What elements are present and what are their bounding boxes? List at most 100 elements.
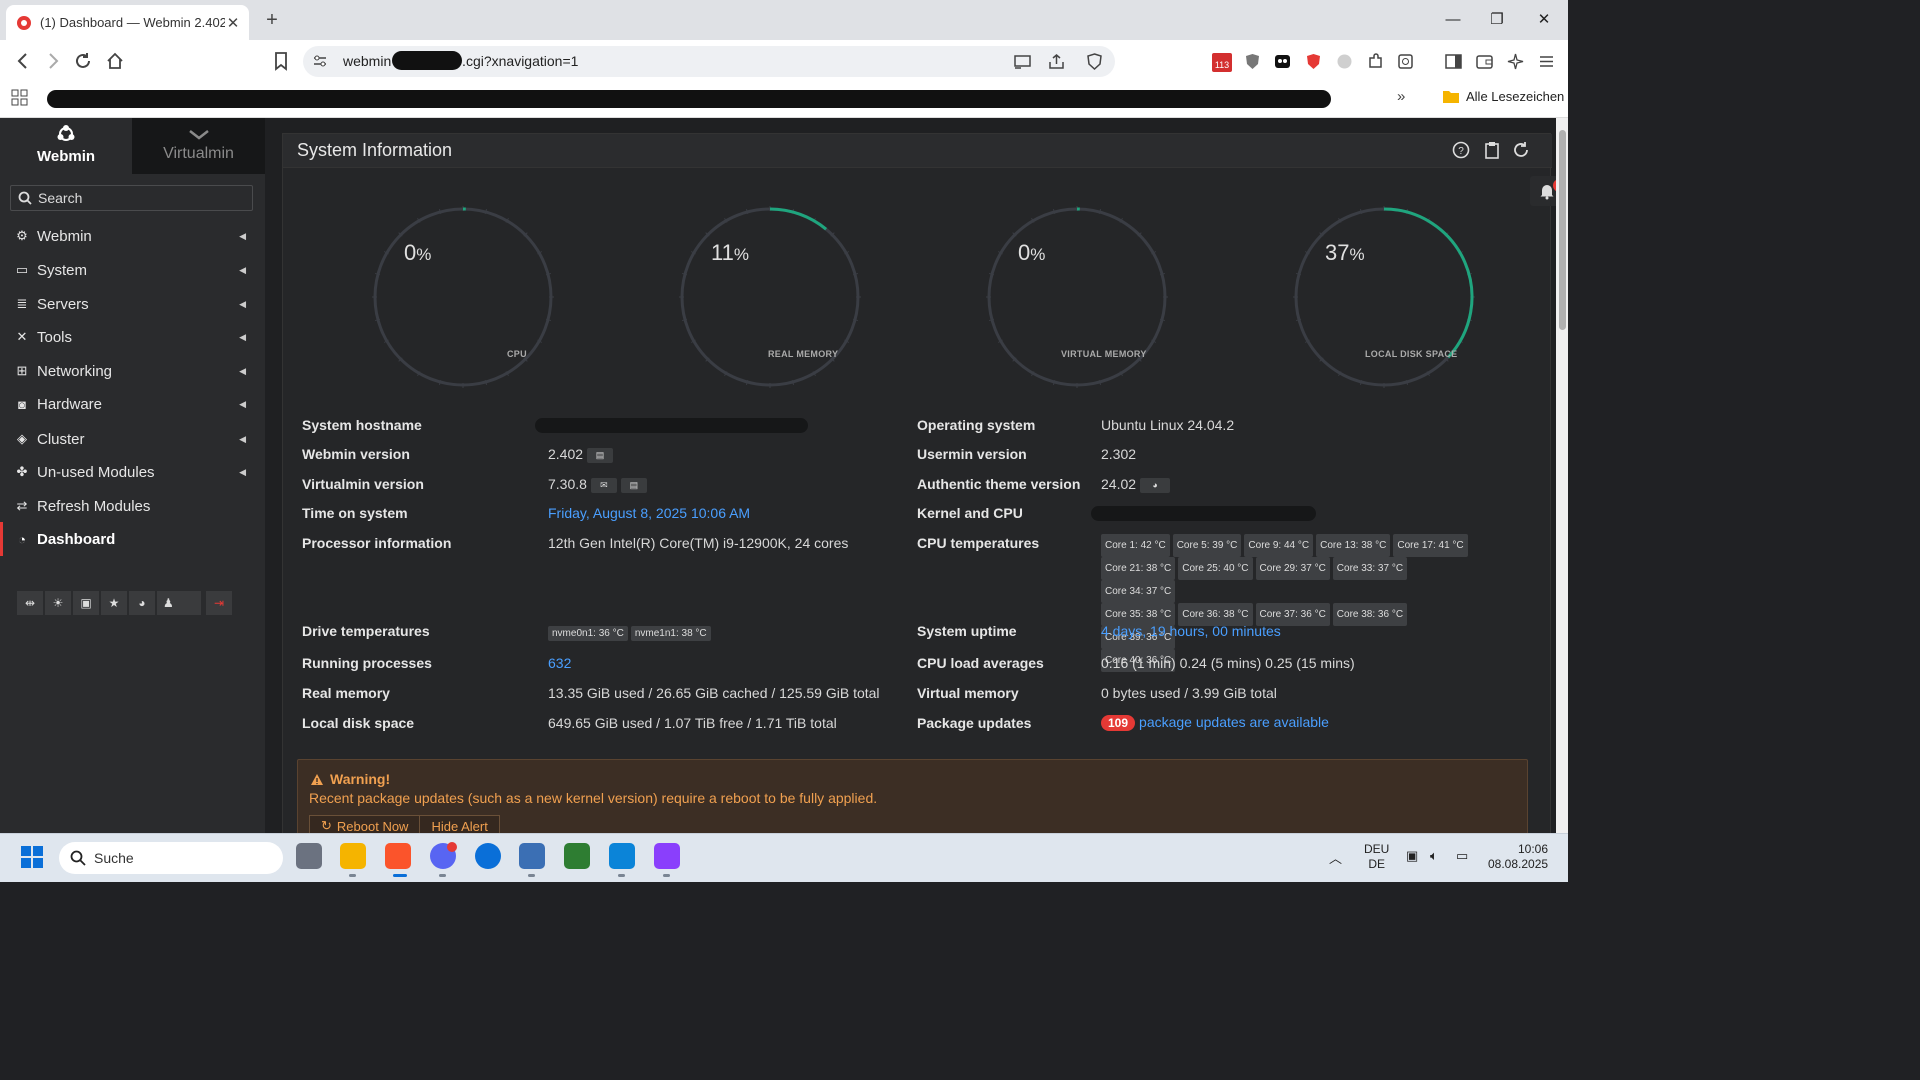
network-icon[interactable]: ▣ — [1406, 848, 1424, 866]
file-explorer-icon[interactable] — [340, 843, 366, 869]
reload-icon[interactable] — [72, 50, 94, 72]
webmin-brand-tab[interactable]: Webmin — [0, 118, 132, 174]
sidebar-item-cluster[interactable]: ◈ Cluster ◀ — [0, 422, 265, 456]
volume-icon[interactable]: 🔈︎ — [1430, 848, 1448, 866]
brave-browser-icon[interactable] — [385, 843, 411, 869]
sidebar-item-refresh-modules[interactable]: ⇄ Refresh Modules — [0, 489, 265, 523]
share-icon[interactable] — [1047, 52, 1066, 71]
cast-icon[interactable] — [1013, 52, 1032, 71]
task-view-icon[interactable] — [296, 843, 322, 869]
back-icon[interactable] — [12, 50, 34, 72]
alert-title-text: Warning! — [330, 771, 391, 787]
sidebar-item-tools[interactable]: ✕ Tools ◀ — [0, 320, 265, 354]
sidebar-item-label: Tools — [37, 328, 73, 346]
favorites-icon[interactable]: ★ — [101, 591, 127, 615]
sidebar-item-hardware[interactable]: ◙ Hardware ◀ — [0, 387, 265, 421]
site-settings-icon[interactable] — [311, 52, 329, 70]
forward-icon[interactable] — [42, 50, 64, 72]
sidebar-item-label: Hardware — [37, 395, 103, 413]
menu-icon[interactable] — [1537, 52, 1556, 71]
user-account-icon[interactable]: ♟ — [157, 591, 201, 615]
reboot-now-button[interactable]: ↻ Reboot Now — [309, 815, 421, 833]
help-icon[interactable]: ? — [1452, 141, 1470, 159]
hide-alert-button[interactable]: Hide Alert — [420, 815, 500, 833]
extensions-icon[interactable] — [1366, 52, 1385, 71]
redacted-kernel — [1091, 506, 1316, 521]
cpu-temp-badge: Core 17: 41 °C — [1393, 534, 1468, 557]
reader-mode-icon[interactable] — [1396, 52, 1415, 71]
shield-red-extension-icon[interactable] — [1304, 52, 1323, 71]
calendar-extension-icon[interactable]: 113 — [1211, 51, 1233, 73]
windows-start-icon[interactable] — [20, 845, 44, 869]
vpn-shield-icon[interactable] — [609, 843, 635, 869]
cloud-extension-icon[interactable] — [1335, 52, 1354, 71]
theme-mode-icon[interactable]: ☀ — [45, 591, 71, 615]
reboot-warning-alert: Warning! Recent package updates (such as… — [297, 759, 1528, 833]
minimize-icon[interactable]: — — [1443, 10, 1463, 30]
all-bookmarks-button[interactable]: Alle Lesezeichen — [1442, 89, 1564, 104]
warning-icon — [311, 773, 323, 785]
shield-extension-icon[interactable] — [1243, 52, 1262, 71]
system-time-link[interactable]: Friday, August 8, 2025 10:06 AM — [548, 505, 750, 521]
chat-icon[interactable]: ✉ — [590, 477, 617, 493]
brave-shields-icon[interactable] — [1085, 52, 1104, 71]
terminal-icon[interactable]: ▣ — [73, 591, 99, 615]
scrollbar-thumb[interactable] — [1559, 130, 1566, 330]
running-processes-link[interactable]: 632 — [548, 655, 571, 671]
taskbar-clock[interactable]: 10:06 08.08.2025 — [1488, 842, 1548, 872]
clipboard-icon[interactable] — [1483, 141, 1501, 159]
theme-palette-icon[interactable]: ◕ — [1140, 477, 1171, 493]
apps-grid-icon[interactable] — [10, 88, 29, 107]
packages-label: Package updates — [917, 715, 1032, 731]
logout-icon[interactable]: ⇥ — [206, 591, 232, 615]
more-bookmarks-icon[interactable]: » — [1397, 88, 1405, 105]
uptime-link[interactable]: 4 days, 19 hours, 00 minutes — [1101, 623, 1281, 639]
virtualmin-brand-tab[interactable]: Virtualmin — [132, 118, 265, 174]
home-icon[interactable] — [104, 50, 126, 72]
cpu-gauge — [372, 206, 554, 388]
changelog-icon[interactable]: ▤ — [587, 447, 614, 463]
refresh-icon: ⇄ — [16, 498, 28, 513]
layers-icon: ◈ — [17, 431, 27, 446]
sidebar-toggle-icon[interactable] — [1444, 52, 1463, 71]
bluetooth-icon[interactable] — [475, 843, 501, 869]
virtual-memory-gauge-label: VIRTUAL MEMORY — [1061, 349, 1147, 359]
sidebar-search-input[interactable]: Search — [10, 185, 253, 211]
mask-extension-icon[interactable] — [1273, 52, 1292, 71]
toggle-sidebar-icon[interactable]: ⇹ — [17, 591, 43, 615]
cpu-temp-badge: Core 9: 44 °C — [1244, 534, 1314, 557]
search-icon — [18, 191, 32, 205]
new-tab-button[interactable]: + — [262, 9, 282, 32]
real-memory-gauge — [679, 206, 861, 388]
taskbar-search-input[interactable]: Suche — [59, 842, 283, 874]
refresh-icon[interactable] — [1512, 141, 1530, 159]
quick-action-bar: ⇹ ☀ ▣ ★ ◕ ♟ ⇥ — [17, 591, 232, 615]
proton-vpn-icon[interactable] — [654, 843, 680, 869]
sidebar-item-networking[interactable]: ⊞ Networking ◀ — [0, 354, 265, 388]
sidebar-item-unused-modules[interactable]: ✤ Un-used Modules ◀ — [0, 455, 265, 489]
os-label: Operating system — [917, 417, 1036, 433]
panel-title: System Information — [297, 140, 453, 160]
tools-icon: ✕ — [16, 329, 28, 344]
package-updates-link[interactable]: 109 package updates are available — [1101, 714, 1329, 731]
sidebar-item-system[interactable]: ▭ System ◀ — [0, 253, 265, 287]
wallet-icon[interactable] — [1475, 52, 1494, 71]
network-transfer-icon[interactable] — [564, 843, 590, 869]
restore-icon[interactable]: ❐ — [1487, 10, 1507, 30]
chevron-up-icon[interactable]: ︿ — [1329, 848, 1347, 866]
close-window-icon[interactable]: ✕ — [1534, 10, 1554, 30]
virtual-memory-value: 0 bytes used / 3.99 GiB total — [1101, 685, 1277, 701]
sidebar-item-dashboard[interactable]: ◔ Dashboard — [0, 522, 265, 556]
input-language-indicator[interactable]: DEU DE — [1364, 842, 1389, 872]
leo-ai-icon[interactable] — [1506, 52, 1525, 71]
theme-settings-icon[interactable]: ◕ — [129, 591, 155, 615]
close-tab-icon[interactable]: ✕ — [225, 14, 241, 32]
changelog-icon[interactable]: ▤ — [620, 477, 647, 493]
sidebar-item-webmin[interactable]: ⚙ Webmin ◀ — [0, 219, 265, 253]
sidebar-item-servers[interactable]: ≣ Servers ◀ — [0, 287, 265, 321]
remote-desktop-icon[interactable] — [519, 843, 545, 869]
battery-icon[interactable]: ▭ — [1456, 848, 1474, 866]
browser-tab[interactable]: (1) Dashboard — Webmin 2.402 ✕ — [6, 5, 249, 40]
bookmark-icon[interactable] — [270, 50, 292, 72]
keyboard-layout: DE — [1368, 857, 1385, 871]
